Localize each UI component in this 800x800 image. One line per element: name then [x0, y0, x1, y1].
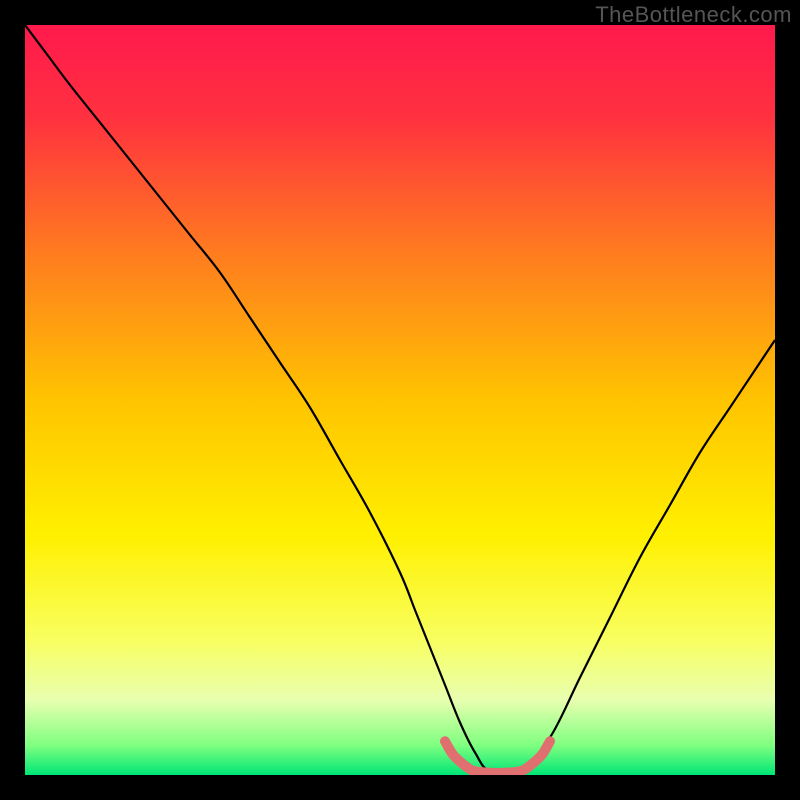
watermark-label: TheBottleneck.com [595, 2, 792, 28]
chart-background [25, 25, 775, 775]
chart-svg [25, 25, 775, 775]
chart-frame: TheBottleneck.com [0, 0, 800, 800]
plot-area [25, 25, 775, 775]
